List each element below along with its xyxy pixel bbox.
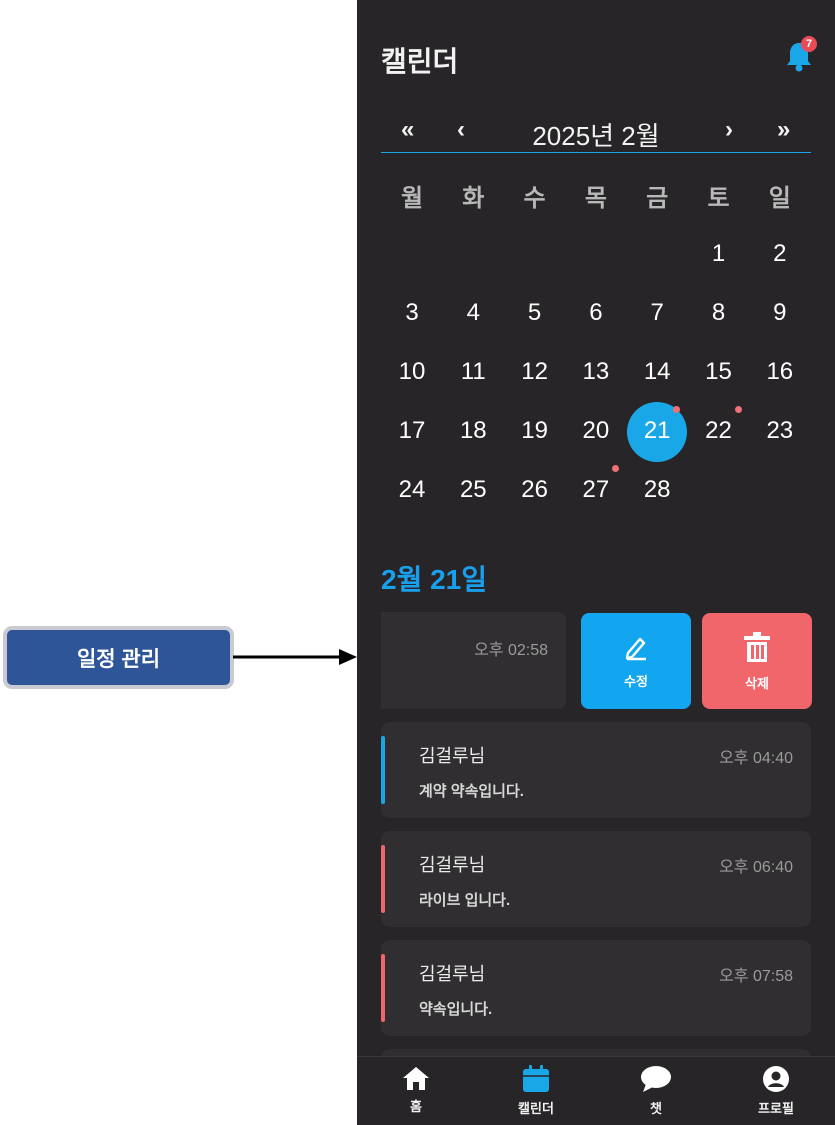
- month-label: 2025년 2월: [532, 121, 660, 151]
- event-color-bar: [381, 954, 385, 1022]
- calendar-day[interactable]: 17: [382, 402, 442, 460]
- month-navigation: « ‹ 2025년 2월 › »: [381, 112, 811, 153]
- edit-button[interactable]: 수정: [581, 613, 691, 709]
- calendar-day[interactable]: 19: [505, 402, 565, 460]
- bottom-tab-bar: 홈 캘린더 챗 프로필: [357, 1056, 835, 1125]
- event-description: 계약 약속입니다.: [419, 783, 524, 800]
- event-card[interactable]: 김걸루님 오후 07:58 약속입니다.: [381, 940, 811, 1036]
- calendar-day[interactable]: 11: [443, 343, 503, 401]
- delete-button-label: 삭제: [745, 675, 769, 691]
- calendar-day[interactable]: 6: [566, 284, 626, 342]
- profile-icon: [763, 1066, 789, 1092]
- calendar-day[interactable]: 23: [750, 402, 810, 460]
- event-time: 오후 06:40: [719, 859, 793, 876]
- tab-label: 프로필: [758, 1101, 794, 1116]
- event-description: 라이브 입니다.: [419, 892, 511, 909]
- event-indicator-dot: [734, 406, 742, 413]
- calendar-day[interactable]: 3: [382, 284, 442, 342]
- calendar-day[interactable]: 9: [750, 284, 810, 342]
- trash-icon: [744, 631, 770, 662]
- calendar-day[interactable]: 4: [443, 284, 503, 342]
- calendar-day[interactable]: 5: [505, 284, 565, 342]
- calendar-day[interactable]: 26: [505, 461, 565, 519]
- swiped-event-card[interactable]: 오후 02:58: [381, 612, 566, 709]
- event-name: 김걸루님: [419, 746, 486, 766]
- weekday-label: 월: [400, 185, 424, 212]
- phone-screen: 캘린더 7 « ‹ 2025년 2월 › » 월화수목금토일 123456789…: [357, 0, 835, 1125]
- calendar-day[interactable]: 12: [505, 343, 565, 401]
- weekday-label: 토: [707, 185, 730, 212]
- calendar-day[interactable]: 2: [750, 225, 810, 283]
- calendar-day[interactable]: 18: [443, 402, 503, 460]
- tab-label: 캘린더: [518, 1101, 554, 1116]
- calendar-day[interactable]: 10: [382, 343, 442, 401]
- weekday-label: 목: [584, 185, 607, 212]
- weekday-label: 금: [646, 185, 669, 212]
- calendar-day[interactable]: 28: [627, 461, 687, 519]
- next-year-button[interactable]: »: [777, 116, 790, 144]
- event-time: 오후 04:40: [719, 750, 793, 767]
- weekday-header: 월화수목금토일: [382, 178, 830, 212]
- delete-button[interactable]: 삭제: [702, 613, 812, 709]
- pencil-icon: [625, 637, 646, 660]
- event-description: 약속입니다.: [419, 1001, 493, 1018]
- event-time: 오후 02:58: [474, 642, 548, 659]
- chat-icon: [641, 1066, 671, 1092]
- next-month-button[interactable]: ›: [725, 116, 733, 144]
- event-card[interactable]: 김걸루님 오후 04:40 계약 약속입니다.: [381, 722, 811, 818]
- annotation-arrow: [233, 649, 357, 665]
- page-title: 캘린더: [381, 46, 459, 77]
- tab-profile[interactable]: 프로필: [726, 1065, 826, 1123]
- calendar-day[interactable]: 25: [443, 461, 503, 519]
- event-name: 김걸루님: [419, 855, 486, 875]
- tab-home[interactable]: 홈: [366, 1065, 466, 1123]
- calendar-day[interactable]: 7: [627, 284, 687, 342]
- calendar-day[interactable]: 8: [689, 284, 749, 342]
- calendar-icon: [523, 1065, 549, 1092]
- calendar-day[interactable]: 1: [689, 225, 749, 283]
- tab-label: 챗: [650, 1101, 662, 1116]
- tab-calendar[interactable]: 캘린더: [486, 1065, 586, 1123]
- tab-chat[interactable]: 챗: [606, 1065, 706, 1123]
- weekday-label: 화: [462, 185, 485, 212]
- annotation-label: 일정 관리: [76, 647, 161, 671]
- tab-label: 홈: [410, 1099, 422, 1114]
- event-indicator-dot: [611, 465, 619, 472]
- weekday-label: 수: [523, 185, 546, 212]
- calendar-day[interactable]: 15: [689, 343, 749, 401]
- calendar-day[interactable]: 16: [750, 343, 810, 401]
- notification-badge: 7: [801, 36, 817, 52]
- edit-button-label: 수정: [624, 673, 648, 689]
- event-color-bar: [381, 845, 385, 913]
- event-time: 오후 07:58: [719, 968, 793, 985]
- calendar-day[interactable]: 20: [566, 402, 626, 460]
- event-color-bar: [381, 736, 385, 804]
- calendar-day[interactable]: 14: [627, 343, 687, 401]
- event-name: 김걸루님: [419, 964, 486, 984]
- calendar-day[interactable]: 13: [566, 343, 626, 401]
- calendar-grid: 1 2 3 4 5 6 7 8 9 10 11 12 13 14 15 16 17 18 19 20 21 22 23 24 2…: [382, 225, 830, 525]
- annotation-callout: 일정 관리: [3, 626, 234, 689]
- event-card[interactable]: 김걸루님 오후 06:40 라이브 입니다.: [381, 831, 811, 927]
- home-icon: [403, 1067, 429, 1090]
- weekday-label: 일: [768, 185, 791, 212]
- calendar-day[interactable]: 24: [382, 461, 442, 519]
- selected-date-heading: 2월 21일: [381, 564, 488, 595]
